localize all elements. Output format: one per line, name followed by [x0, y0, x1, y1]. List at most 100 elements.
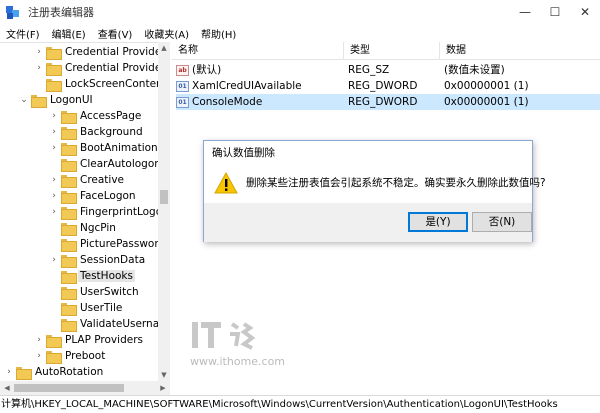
column-header-name[interactable]: 名称 — [172, 42, 344, 60]
folder-icon — [61, 238, 77, 252]
column-header-type[interactable]: 类型 — [344, 42, 440, 60]
folder-icon — [61, 206, 77, 220]
tree-hscroll-thumb[interactable] — [14, 384, 124, 392]
expand-chevron-icon[interactable]: › — [49, 255, 59, 265]
expand-chevron-icon[interactable]: › — [49, 191, 59, 201]
tree-item-label: Credential Providers — [65, 62, 170, 74]
tree-item[interactable]: › FaceLogon — [49, 188, 138, 204]
dialog-footer: 是(Y) 否(N) — [204, 203, 532, 242]
expand-chevron-icon[interactable]: › — [4, 367, 14, 377]
title-bar: 注册表编辑器 — ☐ ✕ — [0, 0, 600, 24]
menu-view[interactable]: 查看(V) — [92, 26, 139, 41]
scroll-right-arrow-icon[interactable]: ▶ — [156, 381, 170, 395]
tree-item[interactable]: NgcPin — [49, 220, 118, 236]
value-data: 0x00000001 (1) — [444, 96, 529, 108]
close-button[interactable]: ✕ — [570, 0, 600, 24]
tree-item[interactable]: UserTile — [49, 300, 124, 316]
tree-item[interactable]: › Preboot — [34, 348, 107, 364]
window-title: 注册表编辑器 — [28, 6, 94, 19]
value-name-cell: 01 XamlCredUIAvailable — [176, 78, 342, 94]
folder-icon — [61, 142, 77, 156]
scroll-left-arrow-icon[interactable]: ◀ — [0, 381, 14, 395]
tree-item-label: LockScreenContent — [65, 78, 167, 90]
tree-item-label: TestHooks — [78, 270, 135, 282]
value-row[interactable]: ab (默认) REG_SZ (数值未设置) — [176, 62, 600, 78]
scroll-down-arrow-icon[interactable]: ▼ — [158, 369, 170, 381]
tree-item[interactable]: › AccessPage — [49, 108, 143, 124]
expand-chevron-icon[interactable]: › — [34, 335, 44, 345]
menu-bar: 文件(F) 编辑(E) 查看(V) 收藏夹(A) 帮助(H) — [0, 24, 600, 42]
folder-icon — [61, 254, 77, 268]
tree-item[interactable]: › BootAnimation — [49, 140, 160, 156]
value-row[interactable]: 01 ConsoleMode REG_DWORD 0x00000001 (1) — [176, 94, 600, 110]
folder-icon — [46, 46, 62, 60]
expand-chevron-icon[interactable]: › — [49, 143, 59, 153]
tree-item-label: NgcPin — [80, 222, 116, 234]
column-header-data[interactable]: 数据 — [440, 42, 600, 60]
expand-chevron-icon[interactable]: › — [49, 127, 59, 137]
tree-item[interactable]: UserSwitch — [49, 284, 141, 300]
expand-chevron-icon[interactable]: › — [34, 47, 44, 57]
tree-item[interactable]: › Credential Provider Filte — [34, 44, 169, 60]
value-data: (数值未设置) — [444, 64, 505, 76]
tree-item-label: Preboot — [65, 350, 106, 362]
tree-item-label: LogonUI — [50, 94, 93, 106]
value-type: REG_DWORD — [348, 96, 418, 108]
binary-value-icon: 01 — [176, 80, 189, 92]
tree-item[interactable]: › Credential Providers — [34, 60, 170, 76]
folder-icon — [61, 318, 77, 332]
maximize-button[interactable]: ☐ — [540, 0, 570, 24]
tree-horizontal-scrollbar[interactable]: ◀ ▶ — [0, 381, 170, 395]
tree-item[interactable]: PicturePassword — [49, 236, 167, 252]
dialog-title: 确认数值删除 — [212, 147, 275, 159]
folder-icon — [61, 158, 77, 172]
menu-file[interactable]: 文件(F) — [0, 26, 46, 41]
tree-item[interactable]: › Background — [49, 124, 145, 140]
ithome-watermark-logo — [192, 322, 256, 350]
value-row[interactable]: 01 XamlCredUIAvailable REG_DWORD 0x00000001… — [176, 78, 600, 94]
tree-item[interactable]: TestHooks — [49, 268, 135, 284]
tree-item[interactable]: ValidateUsername — [49, 316, 169, 332]
registry-tree[interactable]: › Credential Provider Filte › Credential Pr… — [0, 42, 170, 381]
folder-icon — [16, 366, 32, 380]
tree-vertical-scrollbar[interactable]: ▲ ▼ — [158, 42, 170, 381]
tree-vscroll-thumb[interactable] — [160, 190, 168, 204]
value-name-cell: 01 ConsoleMode — [176, 94, 342, 110]
value-name-cell: ab (默认) — [176, 62, 342, 78]
folder-icon — [46, 334, 62, 348]
value-data: 0x00000001 (1) — [444, 80, 529, 92]
tree-item[interactable]: › FingerprintLogon — [49, 204, 169, 220]
tree-item[interactable]: ⌄ LogonUI — [19, 92, 95, 108]
tree-item[interactable]: › Creative — [49, 172, 126, 188]
menu-edit[interactable]: 编辑(E) — [46, 26, 92, 41]
watermark-url: www.ithome.com — [190, 355, 286, 368]
value-name: ConsoleMode — [192, 96, 263, 108]
tree-item[interactable]: › AutoRotation — [4, 364, 105, 380]
expand-chevron-icon[interactable]: › — [34, 351, 44, 361]
yes-button[interactable]: 是(Y) — [408, 212, 468, 232]
expand-chevron-icon[interactable]: › — [49, 207, 59, 217]
scroll-up-arrow-icon[interactable]: ▲ — [158, 42, 170, 54]
tree-item-label: PLAP Providers — [65, 334, 143, 346]
minimize-button[interactable]: — — [510, 0, 540, 24]
expand-chevron-icon[interactable]: ⌄ — [19, 95, 29, 105]
expand-chevron-icon[interactable]: › — [49, 175, 59, 185]
folder-icon — [46, 78, 62, 92]
expand-chevron-icon[interactable]: › — [49, 111, 59, 121]
no-button[interactable]: 否(N) — [472, 212, 532, 232]
tree-item-label: UserSwitch — [80, 286, 139, 298]
tree-item-label: AccessPage — [80, 110, 142, 122]
folder-icon — [61, 174, 77, 188]
tree-item[interactable]: › SessionData — [49, 252, 147, 268]
folder-icon — [46, 62, 62, 76]
tree-item[interactable]: ClearAutologon — [49, 156, 163, 172]
menu-help[interactable]: 帮助(H) — [195, 26, 242, 41]
tree-item-label: Creative — [80, 174, 125, 186]
tree-item-label: SessionData — [80, 254, 146, 266]
tree-item-label: PicturePassword — [80, 238, 166, 250]
folder-icon — [61, 270, 77, 284]
tree-item[interactable]: › PLAP Providers — [34, 332, 145, 348]
tree-item[interactable]: LockScreenContent — [34, 76, 169, 92]
menu-favorites[interactable]: 收藏夹(A) — [138, 26, 195, 41]
expand-chevron-icon[interactable]: › — [34, 63, 44, 73]
